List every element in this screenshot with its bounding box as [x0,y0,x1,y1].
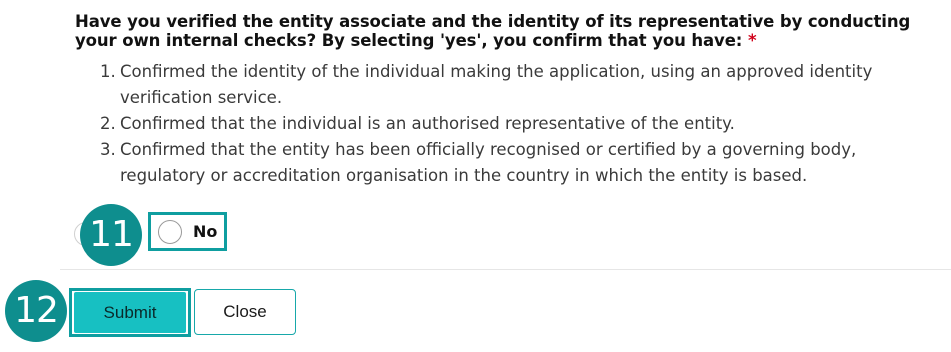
list-item-number: 2. [100,114,116,133]
question-heading: Have you verified the entity associate a… [75,12,945,50]
list-item-text: Confirmed the identity of the individual… [120,62,873,107]
confirmation-list: 1. Confirmed the identity of the individ… [75,59,945,189]
radio-no-circle[interactable] [158,219,182,244]
list-item: 1. Confirmed the identity of the individ… [75,59,945,111]
question-text: Have you verified the entity associate a… [75,12,911,50]
close-button[interactable]: Close [194,289,296,335]
list-item-text: Confirmed that the entity has been offic… [120,140,857,185]
list-item: 3. Confirmed that the entity has been of… [75,137,945,189]
step-badge-12: 12 [5,280,67,342]
step-badge-11: 11 [80,204,142,266]
required-marker: * [747,31,757,50]
submit-button[interactable]: Submit [74,292,186,333]
list-item-text: Confirmed that the individual is an auth… [120,114,735,133]
list-item: 2. Confirmed that the individual is an a… [75,111,945,137]
radio-option-no[interactable]: No [148,212,227,251]
section-divider [60,269,951,270]
list-item-number: 1. [100,62,116,81]
radio-no-label: No [193,222,218,241]
verification-form: Have you verified the entity associate a… [0,0,951,352]
list-item-number: 3. [100,140,116,159]
